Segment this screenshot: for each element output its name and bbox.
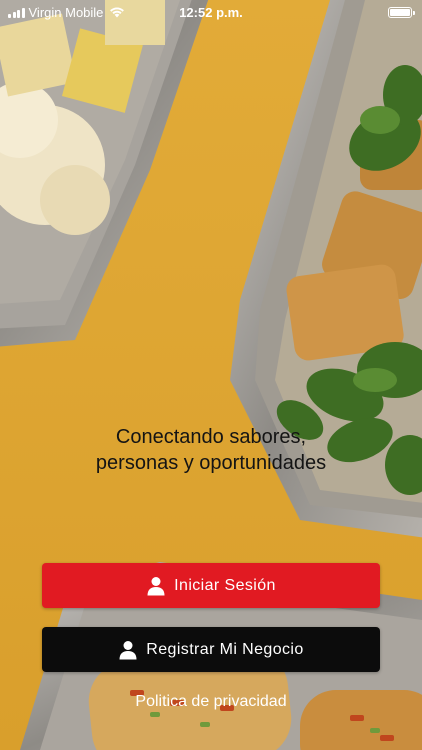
tagline-line-2: personas y oportunidades [95, 452, 327, 474]
login-button-label: Iniciar Sesión [174, 576, 276, 594]
wifi-icon [110, 7, 125, 18]
status-bar: Virgin Mobile 12:52 p.m. [0, 0, 422, 24]
tagline-line-1: Conectando sabores, [115, 426, 307, 448]
user-icon [119, 640, 137, 659]
register-button-label: Registrar Mi Negocio [146, 640, 304, 658]
battery-fill [390, 8, 410, 16]
carrier-name: Virgin Mobile [28, 4, 104, 20]
tagline: Conectando sabores, personas y oportunid… [40, 424, 382, 476]
status-time: 12:52 p.m. [179, 4, 243, 20]
user-icon [147, 576, 165, 595]
login-button[interactable]: Iniciar Sesión [42, 563, 380, 608]
register-business-button[interactable]: Registrar Mi Negocio [42, 627, 380, 672]
status-left: Virgin Mobile [8, 5, 125, 20]
privacy-policy-link[interactable]: Politica de privacidad [0, 693, 422, 711]
signal-icon [8, 7, 25, 18]
battery-icon [388, 6, 415, 18]
